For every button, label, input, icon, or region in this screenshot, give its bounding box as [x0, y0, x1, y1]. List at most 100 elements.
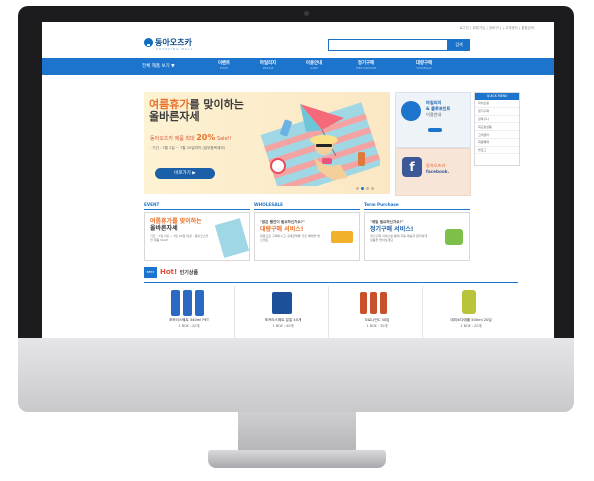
logo[interactable]: 동아오츠카 SHOPPING MALL [144, 37, 194, 51]
product-image [144, 286, 234, 316]
term-purchase-card[interactable]: "매일 필요하신가요?" 정기구매 서비스! 정기구매 서비스를 통해 자동 배송… [364, 212, 470, 261]
quick-menu-item[interactable]: 정기구매 [475, 108, 519, 116]
product-card[interactable]: 포카리스웨트 분말 40개 1 BOX : 40개 [238, 286, 329, 338]
section-title: WHOLESALE [254, 202, 360, 210]
wholesale-card-desc: 대량으로 구매하시고 구매금액별 할인 혜택을 받으세요 [260, 234, 320, 242]
nav-item-label: 정기구매 [357, 61, 375, 66]
logo-subtitle: SHOPPING MALL [156, 47, 194, 51]
hero-banner[interactable]: 여름휴가를 맞이하는 올바른자세 동아오츠카 제품 최대 20% Sale!! ·… [144, 92, 390, 194]
nav-item-sub: GUIDE [310, 67, 318, 70]
quick-menu: QUICK MENU 마이쇼핑 정기구매 장바구니 최근본상품 고객센터 회원혜… [474, 92, 520, 166]
term-purchase-card-title: "매일 필요하신가요?" 정기구매 서비스! [370, 218, 413, 233]
product-card[interactable]: 오로나민C 30입 1 BOX : 30개 [332, 286, 423, 338]
quick-menu-item[interactable]: 장바구니 [475, 116, 519, 124]
search-button[interactable]: 검색 [448, 39, 470, 51]
hero-go-button[interactable]: 바로가기 ▶ [155, 168, 215, 179]
wholesale-card[interactable]: "많은 물건이 필요하신가요?" 대량구매 서비스! 대량으로 구매하시고 구매금… [254, 212, 360, 261]
nav-item-event[interactable]: 이벤트 EVENT [204, 60, 244, 70]
mileage-title-1: 마일리지 [426, 100, 442, 105]
term-purchase-card-desc: 정기구매 서비스를 통해 자동 배송과 편리하게 상품을 받아보세요 [370, 234, 428, 242]
hero-line2: 올바른자세 [149, 110, 200, 123]
mileage-badge-icon [401, 101, 421, 121]
monitor-chin [18, 338, 574, 412]
all-products-dropdown[interactable]: 전체 제품 보기 ▼ [142, 58, 175, 75]
event-card-desc: 기간 : 7월 2일 ~ 7월 29일 대상 : 동아오츠카 전 제품 SALE [150, 234, 209, 242]
best-badge: BEST [144, 267, 157, 278]
mileage-more-button[interactable] [428, 128, 442, 132]
nav-item-sub: EVENT [220, 67, 228, 70]
facebook-icon: f [402, 157, 422, 177]
facebook-title: 동아오츠카 facebook. [426, 163, 449, 175]
hot-subtitle: 인기상품 [179, 270, 199, 276]
term-purchase-card-title-1: "매일 필요하신가요?" [370, 220, 404, 224]
product-card[interactable]: 데미소다애플 500ml 20입 1 BOX : 20개 [426, 286, 516, 338]
event-section: EVENT 여름휴가를 맞이하는 올바른자세 기간 : 7월 2일 ~ 7월 29… [144, 202, 250, 262]
main-nav: 전체 제품 보기 ▼ 이벤트 EVENT 마일리지 MILEAGE 이용안내 GUID… [42, 58, 554, 75]
camera-icon [304, 11, 309, 16]
product-image [238, 286, 328, 316]
nav-item-label: 마일리지 [259, 61, 277, 66]
product-qty: 1 BOX : 40개 [272, 324, 294, 328]
event-card-title: 여름휴가를 맞이하는 올바른자세 [150, 218, 202, 232]
hero-sale-suffix: Sale!! [216, 136, 232, 142]
hot-title-text: Hot! [160, 268, 178, 276]
quick-menu-item[interactable]: 블로그 [475, 147, 519, 155]
product-qty: 1 BOX : 30개 [366, 324, 388, 328]
utility-links[interactable]: 로그인 | 회원가입 | 장바구니 | 고객센터 | 통합검색 [460, 25, 534, 30]
facebook-banner[interactable]: f 동아오츠카 facebook. [395, 148, 471, 196]
term-purchase-card-title-2: 정기구매 서비스! [370, 226, 414, 233]
mileage-title-3: 이용안내 [426, 112, 442, 117]
screen: 로그인 | 회원가입 | 장바구니 | 고객센터 | 통합검색 동아오츠카 SH… [42, 22, 554, 338]
event-card[interactable]: 여름휴가를 맞이하는 올바른자세 기간 : 7월 2일 ~ 7월 29일 대상 :… [144, 212, 250, 261]
section-title: Term Purchase [364, 202, 470, 210]
wholesale-card-title-2: 대량구매 서비스! [260, 226, 304, 233]
product-image [332, 286, 422, 316]
product-qty: 1 BOX : 20개 [178, 324, 200, 328]
wholesale-section: WHOLESALE "많은 물건이 필요하신가요?" 대량구매 서비스! 대량으로… [254, 202, 360, 262]
divider [144, 282, 518, 283]
quick-menu-item[interactable]: 최근본상품 [475, 123, 519, 132]
event-card-title-1: 여름휴가를 맞이하는 [150, 218, 202, 225]
hero-sale-value: 20% [196, 133, 216, 142]
event-card-title-2: 올바른자세 [150, 225, 178, 232]
facebook-title-1: 동아오츠카 [426, 163, 446, 168]
hot-title: Hot! 인기상품 [160, 268, 198, 276]
logo-icon [144, 38, 153, 47]
nav-item-guide[interactable]: 이용안내 GUIDE [294, 60, 334, 70]
facebook-title-2: facebook. [426, 169, 450, 174]
nav-item-term-purchase[interactable]: 정기구매 TERM PURCHASE [346, 60, 386, 70]
monitor-base [208, 450, 386, 468]
search-input[interactable] [328, 39, 448, 51]
beach-illustration [260, 102, 380, 186]
logo-text: 동아오츠카 [155, 38, 192, 47]
nav-item-mileage[interactable]: 마일리지 MILEAGE [248, 60, 288, 70]
event-card-illustration [214, 218, 249, 258]
hero-headline: 여름휴가를 맞이하는 올바른자세 [149, 99, 244, 123]
nav-item-sub: MILEAGE [262, 67, 274, 70]
term-purchase-section: Term Purchase "매일 필요하신가요?" 정기구매 서비스! 정기구매… [364, 202, 470, 262]
quick-menu-item[interactable]: 회원혜택 [475, 139, 519, 147]
monitor-stand [238, 412, 356, 454]
product-qty: 1 BOX : 20개 [460, 324, 482, 328]
hero-sale-prefix: 동아오츠카 제품 최대 [150, 136, 195, 142]
quick-menu-item[interactable]: 고객센터 [475, 131, 519, 139]
nav-item-sub: WHOLESALE [416, 67, 432, 70]
quick-menu-header: QUICK MENU [475, 93, 519, 100]
wholesale-card-title: "많은 물건이 필요하신가요?" 대량구매 서비스! [260, 218, 305, 233]
section-title: EVENT [144, 202, 250, 210]
hero-sale: 동아오츠카 제품 최대 20% Sale!! [150, 133, 232, 142]
nav-item-sub: TERM PURCHASE [355, 67, 377, 70]
nav-item-wholesale[interactable]: 대량구매 WHOLESALE [404, 60, 444, 70]
product-card[interactable]: 포카리스웨트 340ml PET 1 BOX : 20개 [144, 286, 235, 338]
product-image [426, 286, 516, 316]
nav-item-label: 대량구매 [415, 61, 433, 66]
carousel-indicators[interactable] [356, 186, 376, 192]
cart-icon [445, 229, 463, 245]
wholesale-card-title-1: "많은 물건이 필요하신가요?" [260, 220, 305, 224]
nav-item-label: 이용안내 [305, 61, 323, 66]
mileage-banner[interactable]: 마일리지 & 블루포인트 이용안내 [395, 92, 471, 148]
hero-period: · 기간 : 7월 2일 ~ 7월 29일까지 (일부품목제외) [150, 146, 226, 150]
mileage-title: 마일리지 & 블루포인트 이용안내 [426, 100, 450, 118]
truck-icon [331, 231, 353, 243]
quick-menu-item[interactable]: 마이쇼핑 [475, 100, 519, 108]
